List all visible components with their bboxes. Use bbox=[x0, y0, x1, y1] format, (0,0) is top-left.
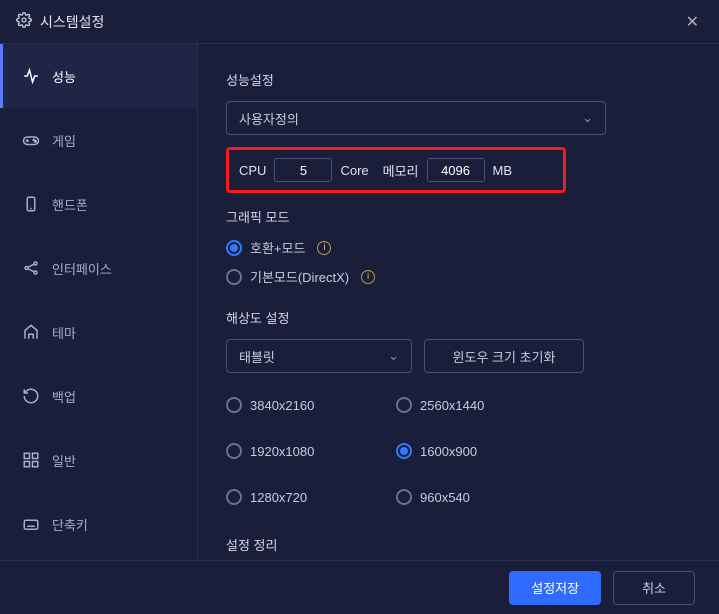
resolution-label: 1920x1080 bbox=[250, 444, 314, 459]
window-title: 시스템설정 bbox=[40, 12, 104, 32]
memory-unit: MB bbox=[493, 163, 513, 178]
resolution-label: 2560x1440 bbox=[420, 398, 484, 413]
graphics-option-compat[interactable]: 호환+모드 i bbox=[226, 238, 691, 257]
interface-icon bbox=[22, 259, 40, 277]
radio-icon bbox=[226, 443, 242, 459]
perf-preset-select[interactable]: 사용자정의 ⌄ bbox=[226, 101, 606, 135]
resolution-label: 3840x2160 bbox=[250, 398, 314, 413]
sidebar-item-interface[interactable]: 인터페이스 bbox=[0, 236, 197, 300]
performance-icon bbox=[22, 67, 40, 85]
backup-icon bbox=[22, 387, 40, 405]
sidebar-item-label: 게임 bbox=[52, 131, 76, 150]
resolution-mode-value: 태블릿 bbox=[239, 347, 275, 366]
info-icon[interactable]: i bbox=[361, 270, 375, 284]
sidebar-item-game[interactable]: 게임 bbox=[0, 108, 197, 172]
memory-label: 메모리 bbox=[383, 161, 419, 180]
button-label: 취소 bbox=[642, 581, 666, 596]
sidebar-item-performance[interactable]: 성능 bbox=[0, 44, 197, 108]
sidebar-item-theme[interactable]: 테마 bbox=[0, 300, 197, 364]
phone-icon bbox=[22, 195, 40, 213]
chevron-down-icon: ⌄ bbox=[582, 110, 593, 126]
sidebar-item-general[interactable]: 일반 bbox=[0, 428, 197, 492]
game-icon bbox=[22, 131, 40, 149]
resolution-option[interactable]: 1920x1080 bbox=[226, 443, 376, 459]
sidebar-item-phone[interactable]: 핸드폰 bbox=[0, 172, 197, 236]
sidebar: 성능 게임 핸드폰 인터페이스 테마 백업 일반 단축키 bbox=[0, 44, 198, 560]
info-icon[interactable]: i bbox=[317, 241, 331, 255]
resolution-label: 1600x900 bbox=[420, 444, 477, 459]
sidebar-item-label: 일반 bbox=[52, 451, 76, 470]
radio-icon bbox=[396, 397, 412, 413]
radio-icon bbox=[226, 269, 242, 285]
button-label: 설정저장 bbox=[531, 581, 579, 596]
radio-icon bbox=[226, 240, 242, 256]
graphics-section-label: 그래픽 모드 bbox=[226, 207, 691, 226]
save-button[interactable]: 설정저장 bbox=[509, 571, 601, 605]
resolution-label: 960x540 bbox=[420, 490, 470, 505]
close-icon[interactable]: ✕ bbox=[682, 8, 703, 36]
sidebar-item-label: 성능 bbox=[52, 67, 76, 86]
gear-icon bbox=[16, 12, 32, 31]
sidebar-item-label: 인터페이스 bbox=[52, 259, 112, 278]
resolution-label: 1280x720 bbox=[250, 490, 307, 505]
resolution-option[interactable]: 3840x2160 bbox=[226, 397, 376, 413]
radio-icon bbox=[226, 489, 242, 505]
radio-icon bbox=[396, 443, 412, 459]
cancel-button[interactable]: 취소 bbox=[613, 571, 695, 605]
resolution-section-label: 해상도 설정 bbox=[226, 308, 691, 327]
theme-icon bbox=[22, 323, 40, 341]
shortcut-icon bbox=[22, 515, 40, 533]
sidebar-item-label: 테마 bbox=[52, 323, 76, 342]
graphics-option-label: 기본모드(DirectX) bbox=[250, 267, 349, 286]
resolution-option[interactable]: 2560x1440 bbox=[396, 397, 546, 413]
radio-icon bbox=[396, 489, 412, 505]
cpu-memory-highlight: CPU Core 메모리 MB bbox=[226, 147, 566, 193]
footer: 설정저장 취소 bbox=[0, 560, 719, 614]
core-label: Core bbox=[340, 163, 368, 178]
sidebar-item-label: 단축키 bbox=[52, 515, 88, 534]
sidebar-item-label: 핸드폰 bbox=[52, 195, 88, 214]
resolution-option[interactable]: 960x540 bbox=[396, 489, 546, 505]
window-size-reset-button[interactable]: 윈도우 크기 초기화 bbox=[424, 339, 584, 373]
perf-preset-value: 사용자정의 bbox=[239, 109, 299, 128]
main-panel: 성능설정 사용자정의 ⌄ CPU Core 메모리 MB 그래픽 모드 호환+모… bbox=[198, 44, 719, 560]
sidebar-item-backup[interactable]: 백업 bbox=[0, 364, 197, 428]
sidebar-item-shortcut[interactable]: 단축키 bbox=[0, 492, 197, 556]
button-label: 윈도우 크기 초기화 bbox=[453, 347, 556, 366]
resolution-option[interactable]: 1280x720 bbox=[226, 489, 376, 505]
chevron-down-icon: ⌄ bbox=[388, 348, 399, 364]
general-icon bbox=[22, 451, 40, 469]
graphics-option-label: 호환+모드 bbox=[250, 238, 305, 257]
cpu-input[interactable] bbox=[274, 158, 332, 182]
memory-input[interactable] bbox=[427, 158, 485, 182]
radio-icon bbox=[226, 397, 242, 413]
graphics-option-directx[interactable]: 기본모드(DirectX) i bbox=[226, 267, 691, 286]
sidebar-item-label: 백업 bbox=[52, 387, 76, 406]
cleanup-section-label: 설정 정리 bbox=[226, 535, 691, 554]
resolution-mode-select[interactable]: 태블릿 ⌄ bbox=[226, 339, 412, 373]
resolution-option[interactable]: 1600x900 bbox=[396, 443, 546, 459]
perf-section-label: 성능설정 bbox=[226, 70, 691, 89]
cpu-label: CPU bbox=[239, 163, 266, 178]
resolution-grid: 3840x2160 2560x1440 1920x1080 1600x900 1… bbox=[226, 387, 691, 515]
